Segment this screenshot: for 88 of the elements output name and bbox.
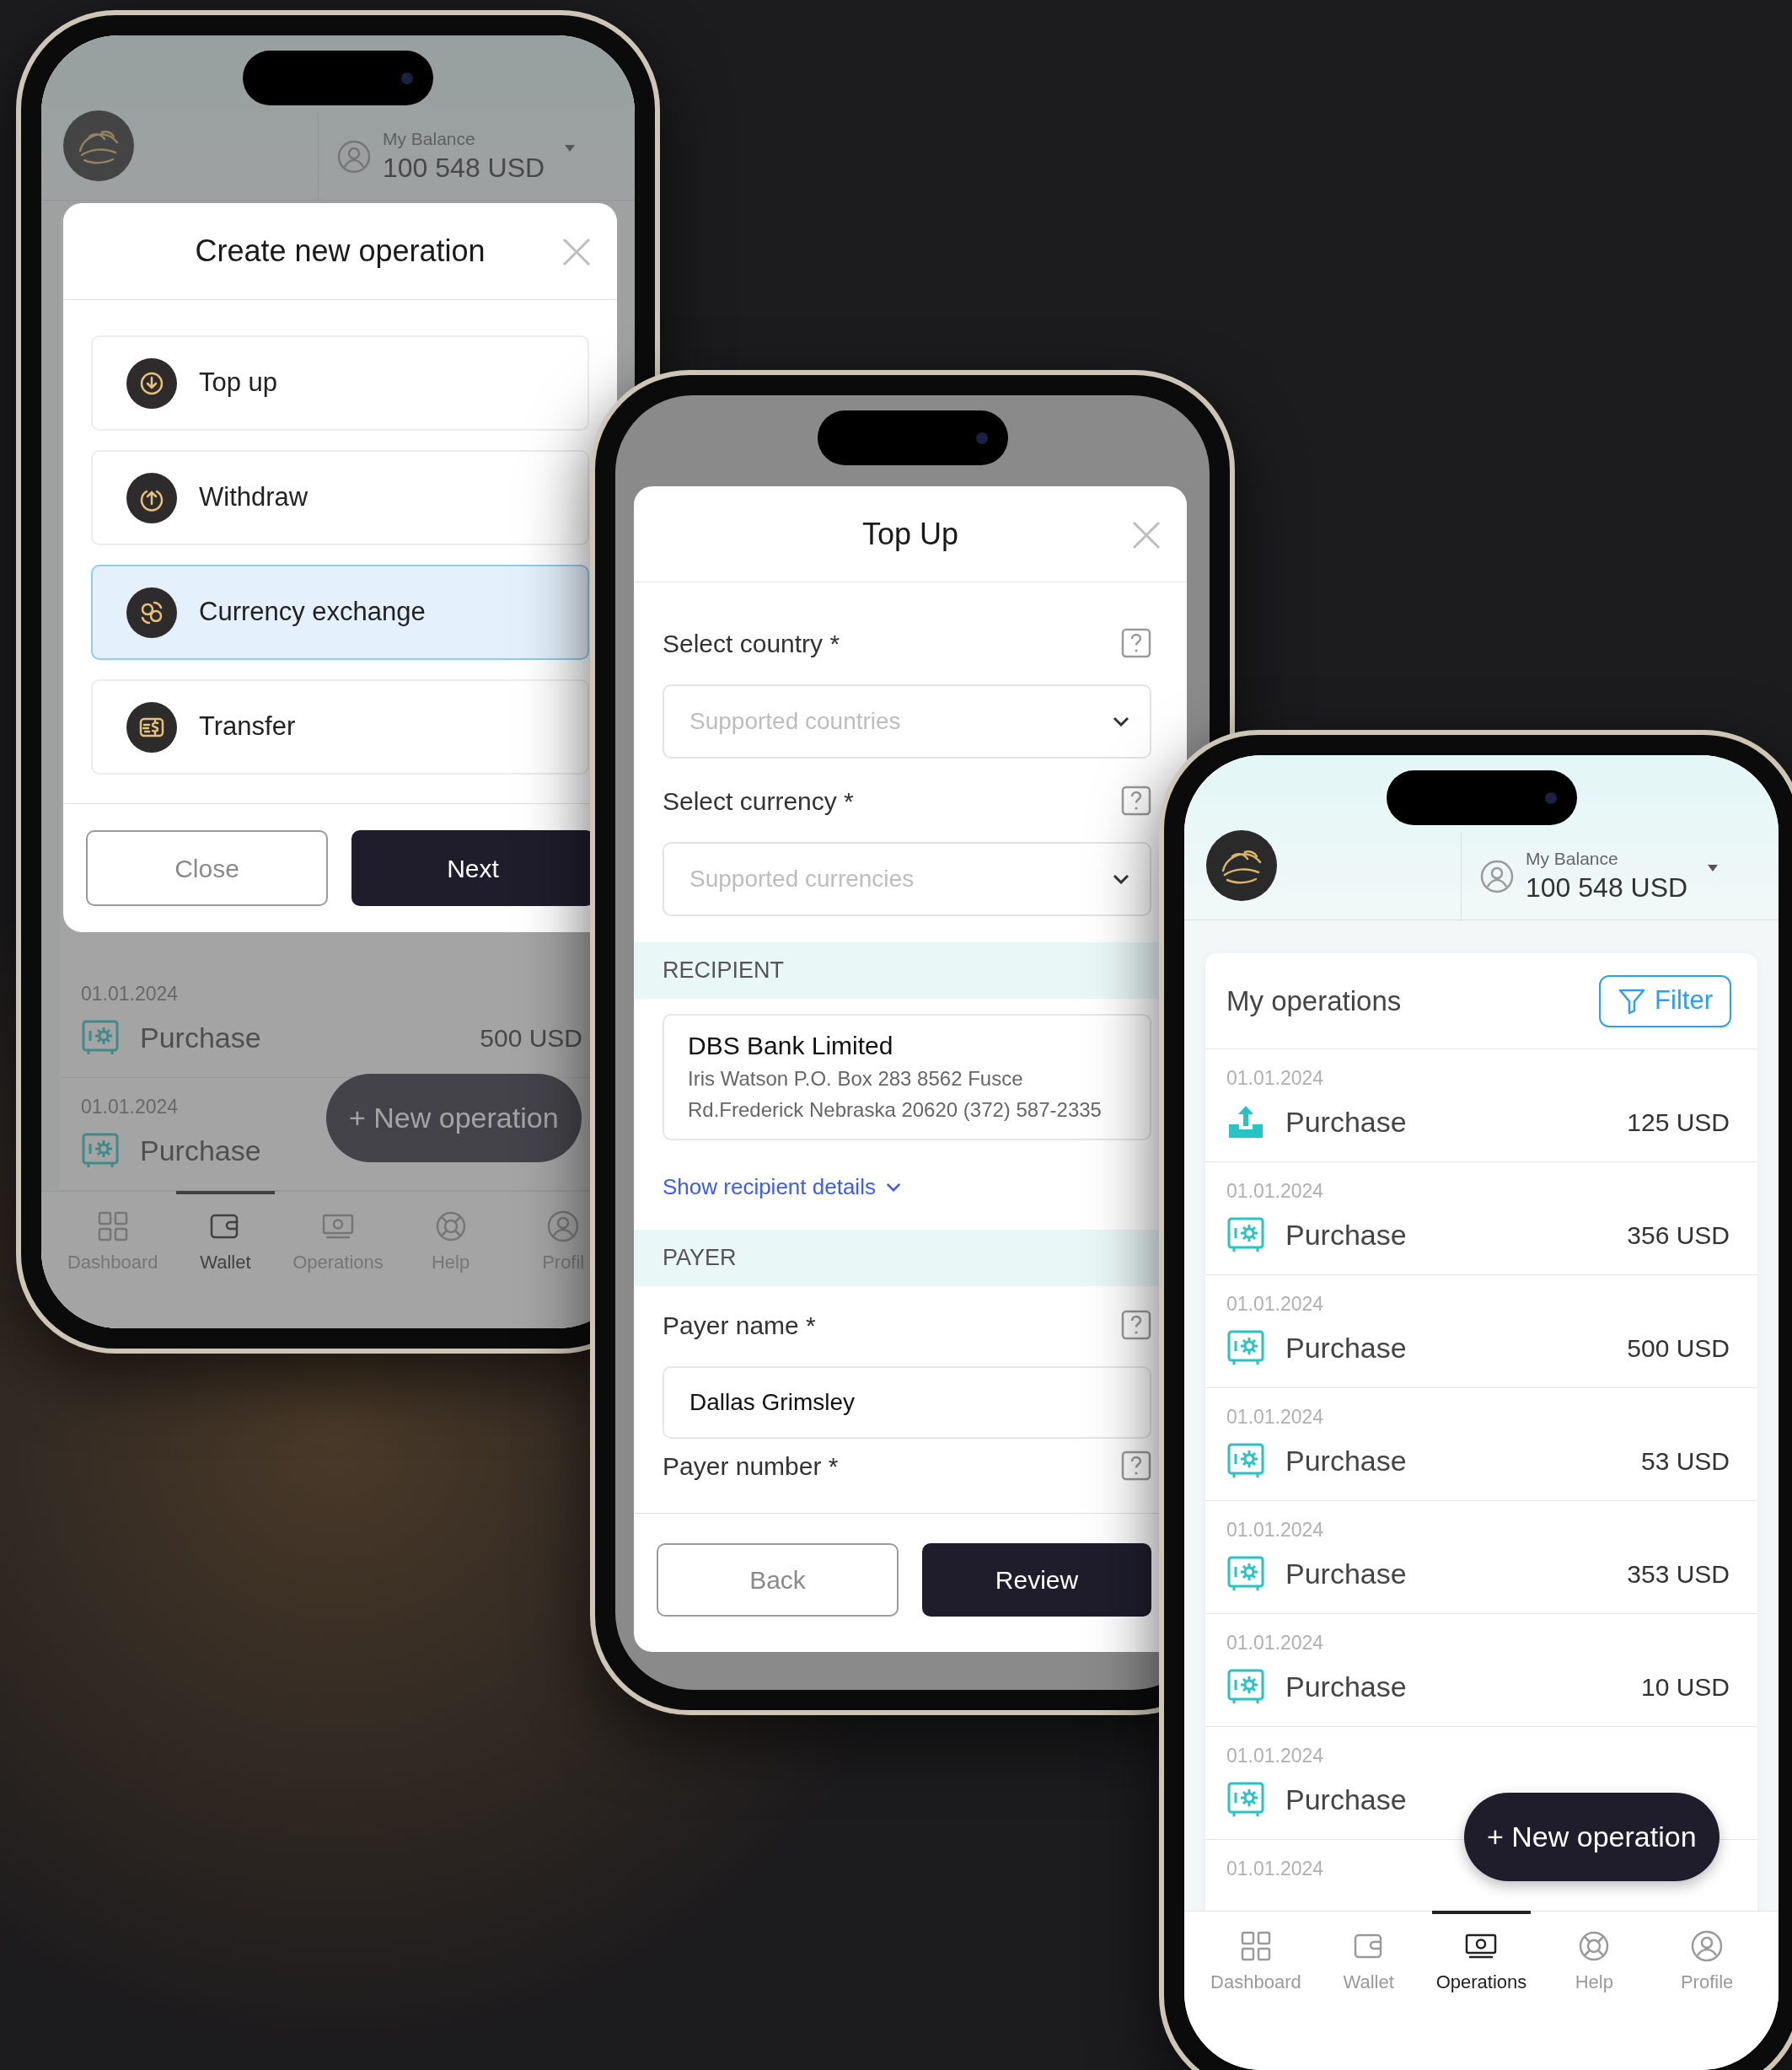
recipient-address: Iris Watson P.O. Box 283 8562 Fusce Rd.Frederick Nebraska 20620 (372) 587-2335 [688,1066,1103,1123]
help-icon[interactable] [1121,1310,1151,1340]
logo-icon [1206,830,1277,901]
operation-amount: 356 USD [1627,1220,1730,1251]
dialog-button[interactable]: Close [86,830,328,906]
operation-date: 01.01.2024 [1226,1179,1324,1203]
operation-option[interactable]: Currency exchange [91,565,589,660]
text-input[interactable]: Dallas Grimsley [663,1366,1151,1439]
balance-amount: 100 548 USD [383,151,545,185]
operation-option[interactable]: Withdraw [91,450,589,545]
operation-date: 01.01.2024 [81,1095,179,1118]
help-icon[interactable] [1121,1451,1151,1481]
balance-label: My Balance [1526,847,1619,870]
safe-icon [1226,1328,1265,1367]
operation-title: Purchase [1285,1217,1407,1252]
operation-option[interactable]: Transfer [91,679,589,775]
safe-icon [1226,1215,1265,1254]
caret-icon[interactable] [565,144,576,152]
balance-label: My Balance [383,127,476,150]
help-icon[interactable] [1121,628,1151,658]
upload-circle-icon [126,472,177,523]
operation-amount: 125 USD [1627,1107,1730,1138]
operation-date: 01.01.2024 [1226,1631,1324,1654]
field-label: Select country * [663,628,840,659]
show-details-link[interactable]: Show recipient details [663,1171,901,1204]
help-icon[interactable] [1121,786,1151,816]
operation-date: 01.01.2024 [1226,1857,1324,1880]
operation-date: 01.01.2024 [81,982,179,1006]
operation-date: 01.01.2024 [1226,1292,1324,1316]
card-title: My operations [1226,984,1402,1018]
operation-title: Purchase [1285,1782,1407,1817]
operation-date: 01.01.2024 [1226,1744,1324,1767]
operation-amount: 353 USD [1627,1558,1730,1590]
operation-title: Purchase [1285,1556,1407,1591]
nav-tab[interactable]: Profile [1657,1911,1757,1993]
dialog-title: Create new operation [195,233,486,270]
recipient-name: DBS Bank Limited [688,1031,894,1061]
operation-option[interactable]: Top up [91,335,589,431]
nav-tab[interactable]: Wallet [175,1191,276,1274]
safe-icon [1226,1780,1265,1819]
nav-tab[interactable]: Operations [1431,1911,1532,1993]
operation-date: 01.01.2024 [1226,1405,1324,1429]
operation-amount: 500 USD [480,1022,582,1054]
operation-title: Purchase [1285,1669,1407,1704]
field-label: Payer name * [663,1310,816,1341]
field-label: Select currency * [663,786,854,817]
safe-icon [81,1018,120,1057]
safe-icon [81,1131,120,1170]
dialog-title: Top Up [861,515,959,553]
close-icon[interactable] [561,237,592,267]
chevron-down-icon [1113,716,1129,727]
select-field[interactable]: Supported currencies [663,842,1151,916]
download-icon [126,357,177,409]
user-icon [1480,859,1514,893]
select-field[interactable]: Supported countries [663,684,1151,759]
chevron-down-icon [1113,874,1129,884]
nav-tab[interactable]: Help [1544,1911,1644,1993]
new-operation-button[interactable]: + New operation [1464,1793,1720,1881]
close-icon[interactable] [1131,520,1162,550]
transfer-icon [126,701,177,753]
operation-title: Purchase [1285,1330,1407,1365]
user-icon [1690,1929,1725,1963]
balance-amount: 100 548 USD [1526,871,1688,904]
caret-icon[interactable] [1708,864,1719,871]
operation-amount: 53 USD [1640,1445,1730,1477]
operation-amount: 500 USD [1627,1333,1730,1364]
safe-icon [1226,1441,1265,1480]
new-operation-button[interactable]: + New operation [326,1074,582,1162]
operation-title: Purchase [140,1020,261,1055]
dialog-button[interactable]: Review [922,1543,1151,1617]
operation-title: Purchase [1285,1104,1407,1140]
logo-icon [63,110,134,181]
user-icon [337,139,371,174]
chevron-down-icon [885,1182,901,1192]
safe-icon [1226,1554,1265,1593]
user-icon [546,1209,581,1243]
field-label: Payer number * [663,1451,839,1482]
operation-date: 01.01.2024 [1226,1066,1324,1090]
filter-button[interactable]: Filter [1599,974,1731,1027]
safe-icon [1226,1667,1265,1706]
dialog-button[interactable]: Back [657,1543,899,1617]
nav-tab[interactable]: Wallet [1318,1911,1419,1993]
exchange-icon [126,587,177,638]
operation-title: Purchase [140,1133,261,1168]
operation-date: 01.01.2024 [1226,1518,1324,1542]
operation-title: Purchase [1285,1443,1407,1478]
nav-tab[interactable]: Dashboard [1206,1911,1306,1993]
operation-amount: 10 USD [1640,1671,1730,1703]
